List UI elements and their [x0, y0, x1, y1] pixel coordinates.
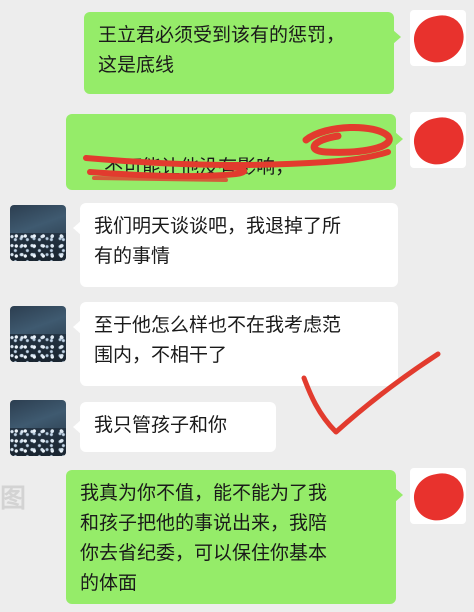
- redaction-blob: [410, 11, 466, 66]
- contact-avatar[interactable]: [10, 306, 66, 362]
- contact-avatar[interactable]: [10, 205, 66, 261]
- message-bubble-received[interactable]: 至于他怎么样也不在我考虑范 围内，不相干了: [73, 302, 398, 386]
- chat-window: 王立君必须受到该有的惩罚， 这是底线 不可能让他没有影响， 我们明天谈谈吧，我退…: [0, 0, 474, 612]
- my-avatar[interactable]: [410, 468, 466, 524]
- message-bubble-sent[interactable]: 不可能让他没有影响，: [66, 114, 403, 190]
- redaction-blob: [410, 113, 466, 168]
- message-bubble-received[interactable]: 我只管孩子和你: [73, 402, 276, 452]
- my-avatar[interactable]: [410, 10, 466, 66]
- message-bubble-received[interactable]: 我们明天谈谈吧，我退掉了所 有的事情: [73, 203, 398, 287]
- avatar-scenery: [10, 428, 66, 456]
- avatar-scenery: [10, 334, 66, 362]
- contact-avatar[interactable]: [10, 400, 66, 456]
- my-avatar[interactable]: [410, 112, 466, 168]
- avatar-scenery: [10, 233, 66, 261]
- watermark: 图: [0, 484, 27, 514]
- message-bubble-sent[interactable]: 王立君必须受到该有的惩罚， 这是底线: [84, 12, 401, 94]
- message-text: 不可能让他没有影响，: [104, 156, 295, 178]
- message-bubble-sent[interactable]: 我真为你不值，能不能为了我 和孩子把他的事说出来，我陪 你去省纪委，可以保住你基…: [66, 470, 403, 604]
- redaction-blob: [410, 469, 466, 524]
